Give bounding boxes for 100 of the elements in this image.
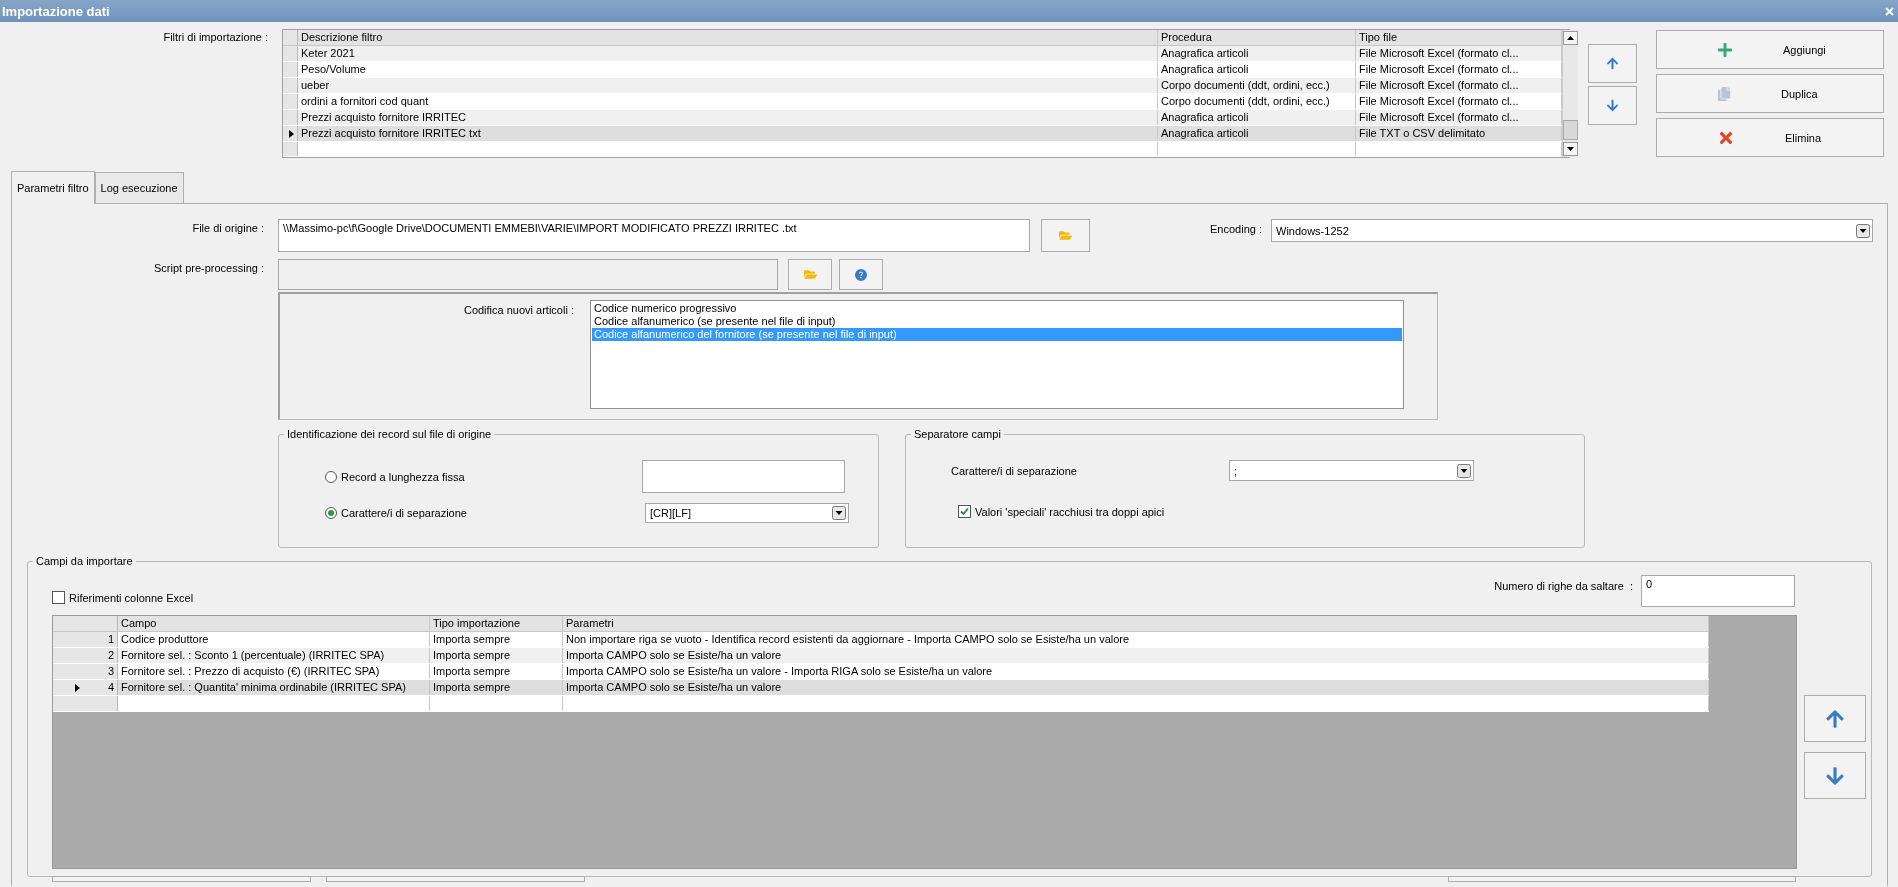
table-cell: Prezzi acquisto fornitore IRRITEC: [298, 110, 1158, 125]
list-box[interactable]: Codice numerico progressivo Codice alfanumerico (se presente nel file di input) Codice alfanumerico del fornitore (se presente nel file di input): [590, 300, 1404, 409]
table-cell: Importa sempre: [430, 648, 563, 663]
tab[interactable]: Log esecuzione: [94, 172, 184, 203]
window-title: Importazione dati: [2, 3, 110, 19]
button[interactable]: [326, 876, 585, 882]
help-button[interactable]: [839, 259, 883, 290]
table-cell: Fornitore sel. : Sconto 1 (percentuale) (IRRITEC SPA): [118, 648, 430, 663]
move-up-button[interactable]: [1804, 695, 1866, 742]
table-cell: Importa CAMPO solo se Esiste/ha un valore - Importa RIGA solo se Esiste/ha un valore: [563, 664, 1709, 679]
column-header[interactable]: Tipo importazione: [430, 616, 563, 631]
table-cell: Corpo documenti (ddt, ordini, ecc.): [1158, 78, 1356, 93]
row-pointer-icon: [75, 683, 80, 692]
field-label: Codifica nuovi articoli :: [462, 304, 574, 318]
table-cell: ueber: [298, 78, 1158, 93]
table-row[interactable]: Prezzi acquisto fornitore IRRITEC txt Anagrafica articoli File TXT o CSV delimitato: [283, 126, 1562, 142]
close-icon[interactable]: [1885, 6, 1894, 16]
table-row[interactable]: 2 Fornitore sel. : Sconto 1 (percentuale) (IRRITEC SPA) Importa sempre Importa CAMPO solo se Esiste/ha un valore: [53, 648, 1709, 664]
column-header[interactable]: Descrizione filtro: [298, 30, 1158, 45]
field-label: Script pre-processing :: [152, 262, 264, 274]
checkbox-label: Valori 'speciali' racchiusi tra doppi apici: [975, 505, 1165, 518]
field-label: Filtri di importazione :: [162, 31, 268, 45]
table-cell: Importa sempre: [430, 680, 563, 695]
row-header[interactable]: 1: [53, 632, 118, 647]
input-field[interactable]: 0: [1641, 575, 1795, 607]
group-title: Campi da importare: [35, 555, 134, 567]
browse-button[interactable]: [788, 259, 832, 290]
tab[interactable]: Parametri filtro: [11, 171, 95, 204]
row-number: 1: [107, 632, 114, 647]
folder-icon: [803, 268, 817, 281]
table-row[interactable]: Peso/Volume Anagrafica articoli File Microsoft Excel (formato cl...: [283, 62, 1562, 78]
move-up-button[interactable]: [1588, 44, 1637, 83]
table-cell: Prezzi acquisto fornitore IRRITEC txt: [298, 126, 1158, 141]
scrollbar-thumb[interactable]: [1563, 120, 1578, 140]
table-row[interactable]: Prezzi acquisto fornitore IRRITEC Anagrafica articoli File Microsoft Excel (formato cl...: [283, 110, 1562, 126]
browse-button[interactable]: [1041, 219, 1090, 252]
scroll-up-icon[interactable]: [1563, 31, 1578, 45]
table-cell: Fornitore sel. : Prezzo di acquisto (€) (IRRITEC SPA): [118, 664, 430, 679]
row-header[interactable]: 4: [53, 680, 118, 695]
move-down-button[interactable]: [1588, 86, 1637, 125]
folder-icon: [1059, 229, 1072, 242]
button[interactable]: [52, 876, 311, 882]
toolbar-button[interactable]: Elimina: [1656, 118, 1884, 157]
arrow-down-icon: [1606, 99, 1619, 112]
table-cell: Corpo documenti (ddt, ordini, ecc.): [1158, 94, 1356, 109]
radio-label: Carattere/i di separazione: [341, 507, 467, 519]
input-field[interactable]: [642, 460, 845, 493]
scroll-down-icon[interactable]: [1563, 142, 1578, 156]
table-cell: Anagrafica articoli: [1158, 62, 1356, 77]
row-number: 2: [107, 648, 114, 663]
column-header[interactable]: Parametri: [563, 616, 1709, 631]
table-row[interactable]: 3 Fornitore sel. : Prezzo di acquisto (€) (IRRITEC SPA) Importa sempre Importa CAMPO solo se Esiste/ha un valore - Importa RIGA solo se Esiste/ha un valore: [53, 664, 1709, 680]
table-cell: Anagrafica articoli: [1158, 126, 1356, 141]
table-cell: Codice produttore: [118, 632, 430, 647]
field-label: File di origine :: [191, 222, 264, 234]
group-title: Identificazione dei record sul file di origine: [286, 428, 493, 440]
radio-button[interactable]: [325, 470, 337, 483]
checkbox[interactable]: [52, 591, 65, 604]
table-cell: Importa CAMPO solo se Esiste/ha un valore: [563, 680, 1709, 695]
row-pointer-icon: [289, 129, 294, 138]
encoding-select[interactable]: Windows-1252: [1271, 219, 1873, 242]
table-cell: Anagrafica articoli: [1158, 110, 1356, 125]
column-header[interactable]: Campo: [118, 616, 430, 631]
row-number: 3: [107, 664, 114, 679]
copy-icon: [1717, 86, 1731, 101]
table-row[interactable]: ueber Corpo documenti (ddt, ordini, ecc.) File Microsoft Excel (formato cl...: [283, 78, 1562, 94]
separator-select[interactable]: ;: [1229, 460, 1474, 481]
radio-button[interactable]: [325, 507, 337, 519]
input-field[interactable]: \\Massimo-pc\f\Google Drive\DOCUMENTI EMMEBI\VARIE\IMPORT MODIFICATO PREZZI IRRITEC .txt: [278, 219, 1030, 252]
help-icon: [855, 268, 867, 281]
row-number: 4: [107, 680, 114, 695]
table-cell: Anagrafica articoli: [1158, 46, 1356, 61]
move-down-button[interactable]: [1804, 752, 1866, 799]
button[interactable]: [1448, 876, 1796, 882]
row-header[interactable]: 3: [53, 664, 118, 679]
table-row[interactable]: 4 Fornitore sel. : Quantita' minima ordinabile (IRRITEC SPA) Importa sempre Importa CAMPO solo se Esiste/ha un valore: [53, 680, 1709, 696]
table-cell: Non importare riga se vuoto - Identifica record esistenti da aggiornare - Importa CAMPO solo se Esiste/ha un valore: [563, 632, 1709, 647]
column-header[interactable]: Procedura: [1158, 30, 1356, 45]
table-row[interactable]: 1 Codice produttore Importa sempre Non importare riga se vuoto - Identifica record esistenti da aggiornare - Importa CAMPO solo se Esiste/ha un valore: [53, 632, 1709, 648]
check-icon: [960, 507, 969, 516]
separator-select[interactable]: [CR][LF]: [645, 503, 849, 523]
toolbar-button[interactable]: Duplica: [1656, 74, 1884, 113]
table-cell: Fornitore sel. : Quantita' minima ordinabile (IRRITEC SPA): [118, 680, 430, 695]
vertical-scrollbar[interactable]: [1562, 30, 1578, 157]
table-row[interactable]: Keter 2021 Anagrafica articoli File Microsoft Excel (formato cl...: [283, 46, 1562, 62]
arrow-down-icon: [1825, 765, 1845, 786]
row-header[interactable]: 2: [53, 648, 118, 663]
row-header[interactable]: [283, 126, 298, 141]
radio-label: Record a lunghezza fissa: [341, 470, 465, 483]
arrow-up-icon: [1606, 57, 1619, 70]
list-item[interactable]: Codice alfanumerico (se presente nel file di input): [592, 315, 1402, 328]
table-cell: ordini a fornitori cod quant: [298, 94, 1158, 109]
table-cell: Importa sempre: [430, 632, 563, 647]
table-cell: Keter 2021: [298, 46, 1158, 61]
empty-row[interactable]: [53, 696, 1709, 712]
arrow-up-icon: [1825, 708, 1845, 729]
checkbox[interactable]: [958, 505, 971, 518]
toolbar-button[interactable]: Aggiungi: [1656, 30, 1884, 69]
table-row[interactable]: ordini a fornitori cod quant Corpo documenti (ddt, ordini, ecc.) File Microsoft Excel (formato cl...: [283, 94, 1562, 110]
list-item[interactable]: Codice numerico progressivo: [592, 302, 1402, 315]
